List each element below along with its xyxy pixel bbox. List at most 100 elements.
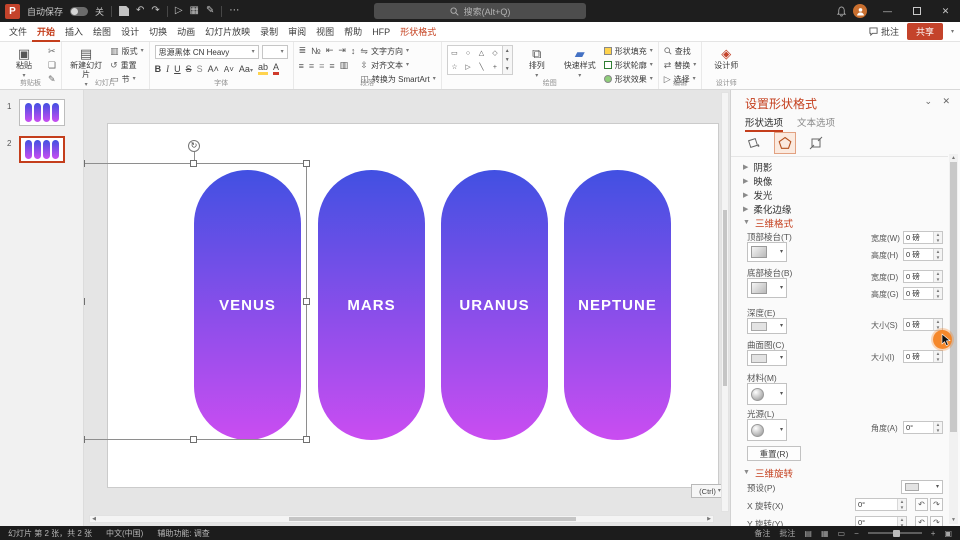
tab-hfp[interactable]: HFP: [367, 22, 395, 42]
spinner[interactable]: ▲▼: [897, 517, 906, 526]
language-status[interactable]: 中文(中国): [106, 528, 143, 539]
cut-button[interactable]: ✂: [48, 45, 56, 57]
tab-animations[interactable]: 动画: [172, 22, 200, 42]
shape-mars[interactable]: MARS: [318, 170, 425, 440]
contour-color-dropdown[interactable]: ▾: [747, 350, 787, 366]
resize-handle-n[interactable]: [190, 160, 197, 167]
slide-1-thumbnail[interactable]: [19, 99, 65, 126]
arrange-button[interactable]: ⧉ 排列 ▾: [518, 45, 556, 79]
panel-collapse-icon[interactable]: ⌄: [924, 96, 932, 107]
italic-button[interactable]: I: [166, 64, 169, 74]
app-logo-icon[interactable]: P: [5, 4, 20, 19]
resize-handle-w[interactable]: [84, 298, 85, 305]
tab-text-options[interactable]: 文本选项: [797, 115, 835, 132]
tab-review[interactable]: 审阅: [283, 22, 311, 42]
start-slideshow-icon[interactable]: ▷: [175, 6, 183, 16]
spinner[interactable]: ▲▼: [933, 288, 942, 299]
align-center-icon[interactable]: ≡: [309, 61, 314, 71]
shape-circle-icon[interactable]: ○: [466, 50, 470, 57]
fill-line-icon[interactable]: [743, 132, 765, 154]
section-3d-format[interactable]: ▼三维格式: [743, 216, 793, 229]
numbering-icon[interactable]: №: [311, 46, 321, 56]
resize-handle-sw[interactable]: [84, 436, 85, 443]
shape-fill-button[interactable]: 形状填充▾: [604, 45, 653, 57]
zoom-slider[interactable]: [868, 532, 922, 534]
grow-font-button[interactable]: A˄: [208, 64, 219, 74]
rotate-y-left-button[interactable]: ↶: [915, 516, 928, 526]
slide-counter[interactable]: 幻灯片 第 2 张，共 2 张: [8, 528, 92, 539]
highlight-color-button[interactable]: ab: [258, 63, 268, 75]
save-icon[interactable]: [119, 6, 129, 16]
resize-handle-se[interactable]: [303, 436, 310, 443]
normal-view-icon[interactable]: ▤: [804, 529, 812, 538]
draw-icon[interactable]: ✎: [206, 6, 214, 16]
shape-diamond-icon[interactable]: ◇: [492, 49, 497, 57]
text-shadow-button[interactable]: S: [197, 64, 203, 74]
shape-plus-icon[interactable]: +: [493, 64, 497, 71]
align-right-icon[interactable]: ≡: [319, 61, 324, 71]
shape-arrow-icon[interactable]: ▷: [465, 63, 470, 71]
shape-outline-button[interactable]: 形状轮廓▾: [604, 59, 653, 71]
section-glow[interactable]: ▶发光: [743, 188, 772, 201]
comments-button-status[interactable]: 批注: [779, 528, 795, 539]
panel-close-icon[interactable]: ✕: [942, 96, 950, 107]
gallery-scroll[interactable]: ▲▼▼: [503, 45, 513, 75]
tab-design[interactable]: 设计: [116, 22, 144, 42]
comments-button[interactable]: 批注: [869, 25, 899, 38]
indent-decrease-icon[interactable]: ⇤: [326, 45, 334, 56]
spinner[interactable]: ▲▼: [933, 319, 942, 330]
section-soft-edges[interactable]: ▶柔化边缘: [743, 202, 791, 215]
layout-button[interactable]: ▥版式▾: [110, 45, 144, 57]
shape-star-icon[interactable]: ☆: [451, 63, 457, 71]
tab-shape-format[interactable]: 形状格式: [395, 22, 441, 42]
spinner[interactable]: ▲▼: [933, 249, 942, 260]
rotate-y-right-button[interactable]: ↷: [930, 516, 943, 526]
bullets-icon[interactable]: ≣: [299, 45, 307, 56]
bottom-bevel-dropdown[interactable]: ▾: [747, 278, 787, 298]
ribbon-options-icon[interactable]: ▾: [951, 29, 954, 35]
scrollbar-thumb[interactable]: [723, 210, 727, 386]
x-rotation-field[interactable]: 0°▲▼: [855, 498, 907, 511]
notes-button[interactable]: 备注: [754, 528, 770, 539]
underline-button[interactable]: U: [174, 64, 181, 74]
tab-transitions[interactable]: 切换: [144, 22, 172, 42]
rotate-x-right-button[interactable]: ↷: [930, 498, 943, 511]
bell-icon[interactable]: [836, 6, 847, 17]
resize-handle-nw[interactable]: [84, 160, 85, 167]
spinner[interactable]: ▲▼: [897, 499, 906, 510]
reset-3d-button[interactable]: 重置(R): [747, 446, 801, 461]
slide-sorter-icon[interactable]: ▦: [821, 529, 829, 538]
indent-increase-icon[interactable]: ⇥: [338, 45, 346, 56]
reset-button[interactable]: ↺重置: [110, 59, 144, 71]
shape-line-icon[interactable]: ╲: [479, 63, 483, 71]
copy-button[interactable]: ❏: [48, 59, 56, 71]
slideshow-view-icon[interactable]: ▭: [838, 529, 846, 538]
size-properties-icon[interactable]: [805, 132, 827, 154]
rotate-x-left-button[interactable]: ↶: [915, 498, 928, 511]
quick-styles-button[interactable]: ▰ 快速样式 ▾: [561, 45, 599, 79]
slide-2-thumbnail[interactable]: [19, 136, 65, 163]
top-bevel-dropdown[interactable]: ▾: [747, 242, 787, 262]
zoom-knob[interactable]: [893, 530, 900, 537]
size-s-field[interactable]: 0 磅▲▼: [903, 318, 943, 331]
maximize-button[interactable]: [902, 0, 931, 22]
scroll-right-icon[interactable]: ▶: [705, 516, 713, 522]
close-button[interactable]: ✕: [931, 0, 960, 22]
autosave-toggle[interactable]: [70, 7, 88, 16]
columns-icon[interactable]: ▥: [340, 60, 349, 71]
strikethrough-button[interactable]: S: [186, 64, 192, 74]
undo-icon[interactable]: ↶: [136, 6, 144, 16]
shape-gallery[interactable]: ▭ ○ △ ◇ ☆ ▷ ╲ +: [447, 45, 503, 75]
tab-insert[interactable]: 插入: [60, 22, 88, 42]
bold-button[interactable]: B: [155, 64, 162, 74]
spinner[interactable]: ▲▼: [933, 351, 942, 362]
height-g-field[interactable]: 0 磅▲▼: [903, 287, 943, 300]
scrollbar-thumb[interactable]: [950, 162, 957, 432]
text-direction-button[interactable]: ⇋文字方向▾: [360, 45, 435, 57]
shape-neptune[interactable]: NEPTUNE: [564, 170, 671, 440]
section-reflection[interactable]: ▶映像: [743, 174, 772, 187]
find-button[interactable]: 查找: [664, 45, 697, 57]
vertical-scrollbar[interactable]: [721, 92, 729, 512]
material-dropdown[interactable]: ▾: [747, 383, 787, 405]
spinner[interactable]: ▲▼: [933, 271, 942, 282]
